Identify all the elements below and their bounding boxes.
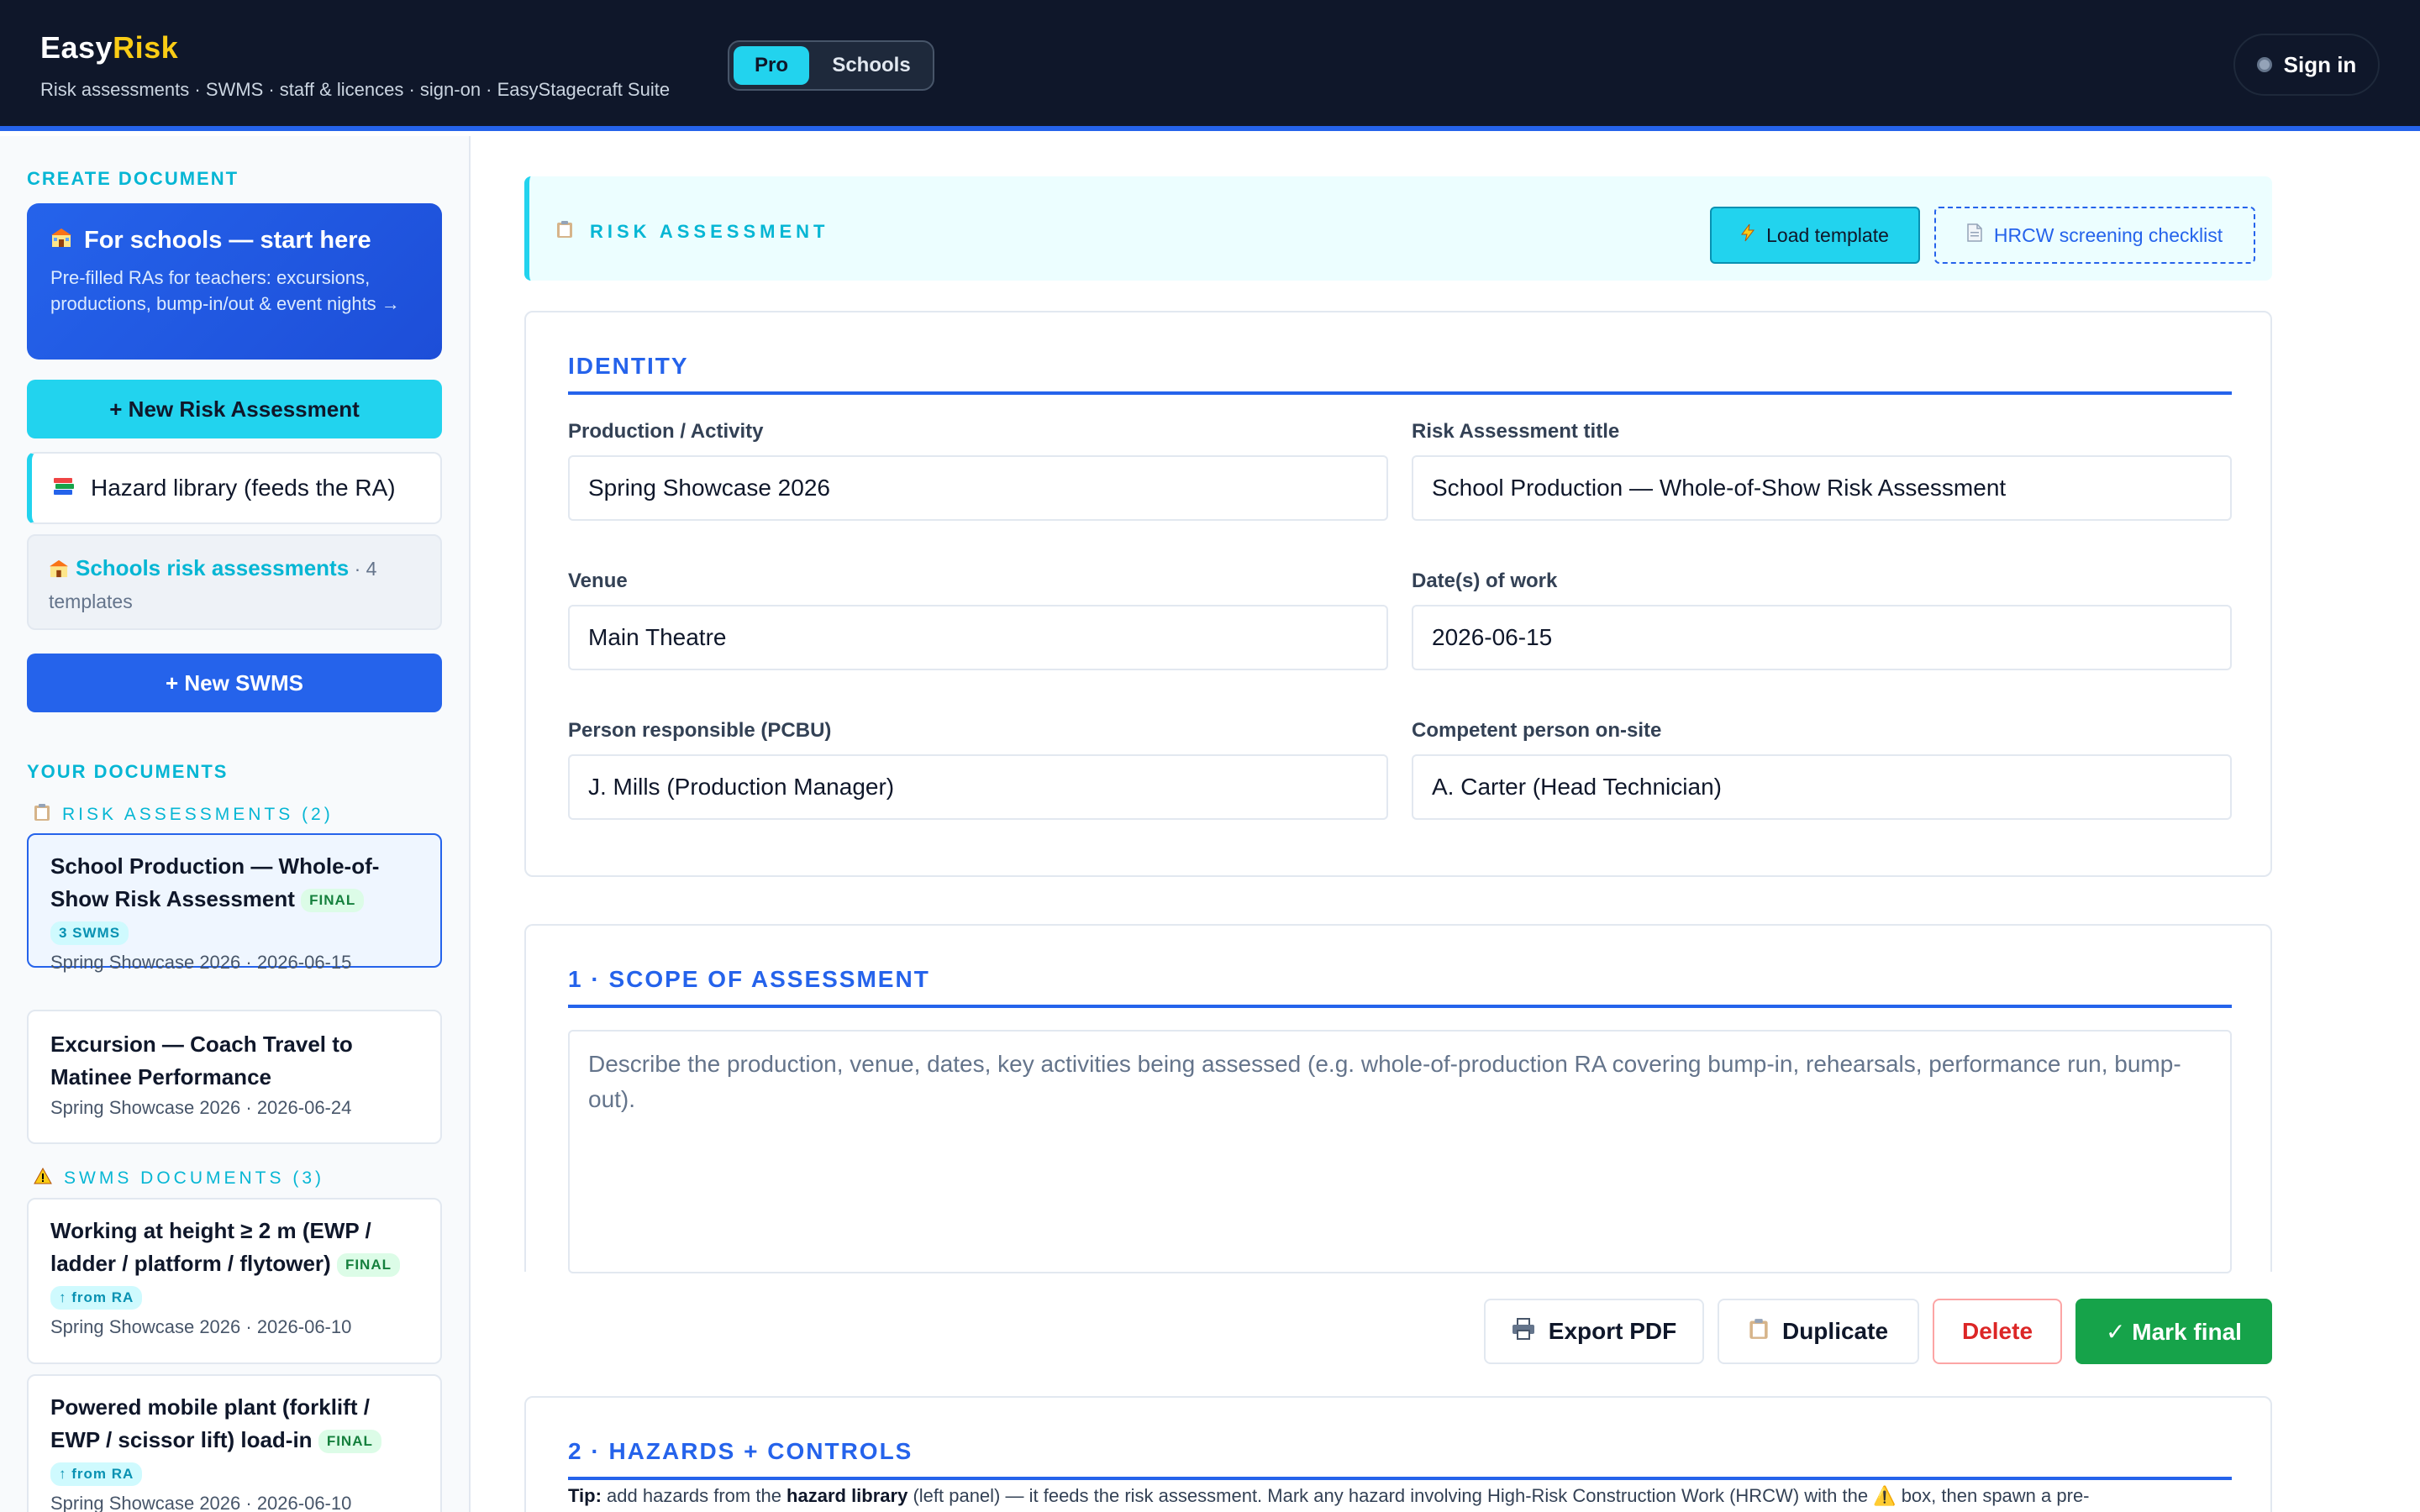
warning-icon [34,1167,52,1189]
venue-label: Venue [568,570,628,592]
tip-lead: Tip: [568,1485,602,1506]
app-header: EasyRisk Risk assessments · SWMS · staff… [0,0,2420,131]
final-badge: FINAL [301,889,365,913]
document-title: Powered mobile plant (forklift / EWP / s… [50,1391,418,1489]
hazards-heading: 2 · HAZARDS + CONTROLS [568,1438,913,1464]
mode-pro-button[interactable]: Pro [734,46,809,85]
scope-heading: 1 · SCOPE OF ASSESSMENT [568,966,930,992]
schools-risk-assessments-link[interactable]: Schools risk assessments [76,555,349,580]
schools-card-description: Pre-filled RAs for teachers: excursions,… [50,267,400,314]
document-meta: Spring Showcase 2026 · 2026-06-15 [50,952,352,973]
brand-logo[interactable]: EasyRisk [40,30,178,66]
competent-person-label: Competent person on-site [1412,719,1662,742]
production-label: Production / Activity [568,420,764,443]
new-risk-assessment-button[interactable]: + New Risk Assessment [27,380,442,438]
document-title: Working at height ≥ 2 m (EWP / ladder / … [50,1215,418,1313]
printer-icon [1512,1317,1535,1346]
identity-heading: IDENTITY [568,353,689,379]
banner-label-text: RISK ASSESSMENT [590,221,829,242]
hazards-tip: Tip: add hazards from the hazard library… [568,1485,2232,1507]
document-meta: Spring Showcase 2026 · 2026-06-10 [50,1493,352,1512]
competent-person-input[interactable]: A. Carter (Head Technician) [1412,754,2232,820]
load-template-label: Load template [1766,223,1889,246]
pcbu-input[interactable]: J. Mills (Production Manager) [568,754,1388,820]
document-title: School Production — Whole-of-Show Risk A… [50,850,418,948]
pcbu-label: Person responsible (PCBU) [568,719,832,742]
new-swms-button[interactable]: + New SWMS [27,654,442,712]
document-meta: Spring Showcase 2026 · 2026-06-10 [50,1316,352,1337]
sidebar: CREATE DOCUMENT For schools — start here… [0,136,471,1512]
document-icon [1967,223,1982,247]
from-ra-badge: ↑ from RA [50,1462,143,1487]
final-badge: FINAL [318,1430,381,1454]
tip-text-1: add hazards from the [601,1485,787,1506]
hazards-panel: 2 · HAZARDS + CONTROLS Tip: add hazards … [524,1396,2272,1512]
document-title: Excursion — Coach Travel to Matinee Perf… [50,1032,353,1089]
clipboard-icon [1749,1318,1769,1346]
app-tagline: Risk assessments · SWMS · staff & licenc… [40,79,671,100]
schools-card-title: For schools — start here [84,227,371,254]
scope-panel: 1 · SCOPE OF ASSESSMENT Describe the pro… [524,924,2272,1273]
duplicate-button[interactable]: Duplicate [1718,1299,1919,1364]
swms-group-text: SWMS DOCUMENTS (3) [64,1168,324,1188]
document-item-ra-excursion[interactable]: Excursion — Coach Travel to Matinee Perf… [27,1010,442,1144]
banner-label: RISK ASSESSMENT [556,220,829,244]
document-meta: Spring Showcase 2026 · 2026-06-24 [50,1097,352,1118]
brand-main: Easy [40,30,113,65]
swms-count-badge: 3 SWMS [50,921,129,946]
document-actions: Export PDF Duplicate Delete ✓ Mark final [1484,1299,2272,1364]
ra-title-label: Risk Assessment title [1412,420,1620,443]
schools-card-heading: For schools — start here [50,227,418,255]
document-item-swms-powered-mobile-plant[interactable]: Powered mobile plant (forklift / EWP / s… [27,1374,442,1512]
venue-input[interactable]: Main Theatre [568,605,1388,670]
dates-input[interactable]: 2026-06-15 [1412,605,2232,670]
create-document-heading: CREATE DOCUMENT [27,168,239,189]
your-documents-heading: YOUR DOCUMENTS [27,761,229,782]
delete-button[interactable]: Delete [1933,1299,2062,1364]
brand-accent: Risk [113,30,179,65]
bolt-icon [1741,223,1755,247]
clipboard-icon [556,220,573,244]
document-title-text: Working at height ≥ 2 m (EWP / ladder / … [50,1218,371,1276]
clipboard-icon [34,803,50,827]
identity-divider [568,391,2232,395]
scope-textarea[interactable]: Describe the production, venue, dates, k… [568,1030,2232,1273]
scope-divider [568,1005,2232,1008]
school-icon [49,556,69,586]
hazards-divider [568,1477,2232,1480]
school-icon [50,227,72,255]
schools-risk-assessments-item[interactable]: Schools risk assessments · 4 templates [27,534,442,630]
tip-text-2: (left panel) — it feeds the risk assessm… [908,1485,2090,1506]
ra-group-text: RISK ASSESSMENTS (2) [62,805,334,824]
load-template-button[interactable]: Load template [1710,207,1920,264]
from-ra-badge: ↑ from RA [50,1286,143,1310]
hazard-library-link[interactable]: hazard library [786,1485,908,1506]
books-icon [52,475,76,502]
export-pdf-label: Export PDF [1548,1318,1677,1344]
dates-label: Date(s) of work [1412,570,1558,592]
mode-switch: Pro Schools [728,40,934,91]
ra-title-input[interactable]: School Production — Whole-of-Show Risk A… [1412,455,2232,521]
hrcw-screening-checklist-button[interactable]: HRCW screening checklist [1934,207,2255,264]
risk-assessment-banner: RISK ASSESSMENT Load template HRCW scree… [524,176,2272,281]
swms-group-label: SWMS DOCUMENTS (3) [34,1167,324,1189]
schools-start-card[interactable]: For schools — start here Pre-filled RAs … [27,203,442,360]
document-item-ra-school-production[interactable]: School Production — Whole-of-Show Risk A… [27,833,442,973]
final-badge: FINAL [336,1253,400,1278]
hazard-library-label: Hazard library (feeds the RA) [91,475,396,501]
mode-schools-button[interactable]: Schools [814,46,929,85]
hazard-library-item[interactable]: Hazard library (feeds the RA) [27,452,442,524]
risk-assessments-group-label: RISK ASSESSMENTS (2) [34,803,334,827]
mark-final-button[interactable]: ✓ Mark final [2075,1299,2272,1364]
hrcw-checklist-label: HRCW screening checklist [1993,223,2223,246]
export-pdf-button[interactable]: Export PDF [1484,1299,1704,1364]
document-item-swms-working-at-height[interactable]: Working at height ≥ 2 m (EWP / ladder / … [27,1198,442,1364]
sign-in-label: Sign in [2283,51,2357,77]
production-input[interactable]: Spring Showcase 2026 [568,455,1388,521]
status-dot-icon [2256,57,2272,72]
identity-panel: IDENTITY Production / Activity Spring Sh… [524,311,2272,877]
sign-in-button[interactable]: Sign in [2233,34,2380,96]
duplicate-label: Duplicate [1781,1318,1889,1344]
